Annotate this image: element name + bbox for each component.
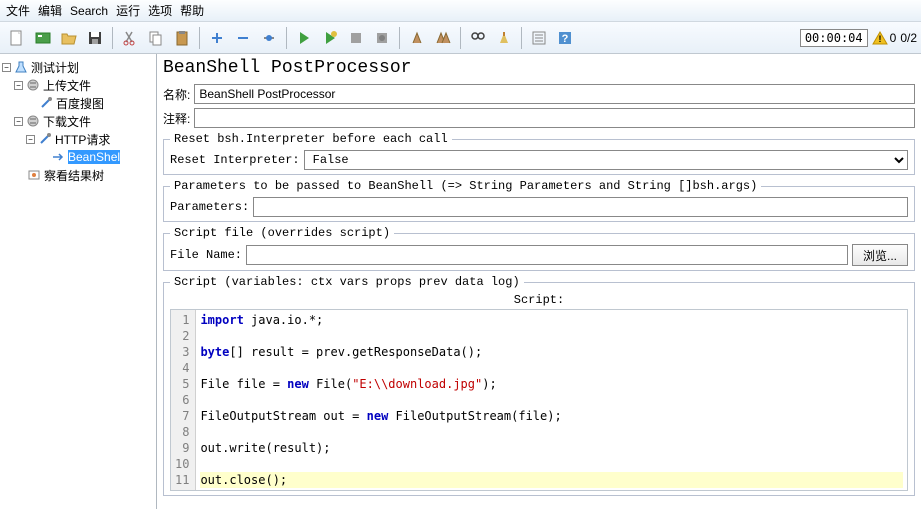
thread-count: 0/2: [900, 31, 917, 45]
expand-icon[interactable]: [205, 26, 229, 50]
menu-options[interactable]: 选项: [148, 2, 172, 19]
warning-badge[interactable]: ! 0: [872, 30, 897, 46]
help-icon[interactable]: ?: [553, 26, 577, 50]
svg-text:?: ?: [562, 33, 569, 45]
tree-beanshell-postprocessor[interactable]: BeanShel: [2, 148, 154, 166]
browse-button[interactable]: 浏览...: [852, 244, 908, 266]
sampler-icon: [37, 131, 53, 147]
name-input[interactable]: [194, 84, 915, 104]
tree-http-request[interactable]: − HTTP请求: [2, 130, 154, 148]
tree-toggle-icon[interactable]: −: [14, 81, 23, 90]
warning-count: 0: [890, 31, 897, 45]
new-icon[interactable]: [5, 26, 29, 50]
tree-toggle-icon[interactable]: −: [14, 117, 23, 126]
function-helper-icon[interactable]: [527, 26, 551, 50]
tree-toggle-icon[interactable]: −: [26, 135, 35, 144]
line-gutter: 1234567891011: [171, 310, 196, 490]
stop-icon[interactable]: [344, 26, 368, 50]
menu-bar: 文件 编辑 Search 运行 选项 帮助: [0, 0, 921, 22]
flask-icon: [13, 59, 29, 75]
file-name-input[interactable]: [246, 245, 848, 265]
reset-interpreter-label: Reset Interpreter:: [170, 153, 300, 167]
parameters-fieldset: Parameters to be passed to BeanShell (=>…: [163, 179, 915, 222]
warning-icon: !: [872, 30, 888, 46]
menu-search[interactable]: Search: [70, 4, 108, 18]
tree-results-tree[interactable]: 察看结果树: [2, 166, 154, 184]
start-no-timers-icon[interactable]: [318, 26, 342, 50]
copy-icon[interactable]: [144, 26, 168, 50]
thread-group-icon: [25, 77, 41, 93]
listener-icon: [26, 167, 42, 183]
code-area[interactable]: import java.io.*;byte[] result = prev.ge…: [196, 310, 907, 490]
save-icon[interactable]: [83, 26, 107, 50]
parameters-input[interactable]: [253, 197, 908, 217]
parameters-label: Parameters:: [170, 200, 249, 214]
panel-title: BeanShell PostProcessor: [163, 58, 915, 78]
clear-icon[interactable]: [405, 26, 429, 50]
script-editor[interactable]: 1234567891011 import java.io.*;byte[] re…: [170, 309, 908, 491]
templates-icon[interactable]: [31, 26, 55, 50]
tree-toggle-icon[interactable]: −: [2, 63, 11, 72]
comment-input[interactable]: [194, 108, 915, 128]
start-icon[interactable]: [292, 26, 316, 50]
test-plan-tree[interactable]: − 测试计划 − 上传文件 百度搜图 − 下载文件 − HTTP请求: [0, 54, 157, 509]
menu-file[interactable]: 文件: [6, 2, 30, 19]
postprocessor-icon: [50, 149, 66, 165]
reset-interpreter-select[interactable]: False: [304, 150, 908, 170]
tree-thread-group-1[interactable]: − 上传文件: [2, 76, 154, 94]
search-tree-icon[interactable]: [466, 26, 490, 50]
collapse-icon[interactable]: [231, 26, 255, 50]
shutdown-icon[interactable]: [370, 26, 394, 50]
thread-group-icon: [25, 113, 41, 129]
menu-run[interactable]: 运行: [116, 2, 140, 19]
tree-root[interactable]: − 测试计划: [2, 58, 154, 76]
content-panel: BeanShell PostProcessor 名称: 注释: Reset bs…: [157, 54, 921, 509]
cut-icon[interactable]: [118, 26, 142, 50]
tree-thread-group-2[interactable]: − 下载文件: [2, 112, 154, 130]
tree-sampler-1[interactable]: 百度搜图: [2, 94, 154, 112]
timer-display: 00:00:04: [800, 29, 868, 47]
open-icon[interactable]: [57, 26, 81, 50]
sampler-icon: [38, 95, 54, 111]
toolbar: ? 00:00:04 ! 0 0/2: [0, 22, 921, 54]
menu-edit[interactable]: 编辑: [38, 2, 62, 19]
reset-interpreter-fieldset: Reset bsh.Interpreter before each call R…: [163, 132, 915, 175]
menu-help[interactable]: 帮助: [180, 2, 204, 19]
name-label: 名称:: [163, 86, 190, 103]
clear-all-icon[interactable]: [431, 26, 455, 50]
toggle-icon[interactable]: [257, 26, 281, 50]
paste-icon[interactable]: [170, 26, 194, 50]
script-label: Script:: [170, 293, 908, 307]
script-file-fieldset: Script file (overrides script) File Name…: [163, 226, 915, 271]
reset-search-icon[interactable]: [492, 26, 516, 50]
file-name-label: File Name:: [170, 248, 242, 262]
svg-text:!: !: [878, 34, 881, 44]
comment-label: 注释:: [163, 110, 190, 127]
script-fieldset: Script (variables: ctx vars props prev d…: [163, 275, 915, 496]
